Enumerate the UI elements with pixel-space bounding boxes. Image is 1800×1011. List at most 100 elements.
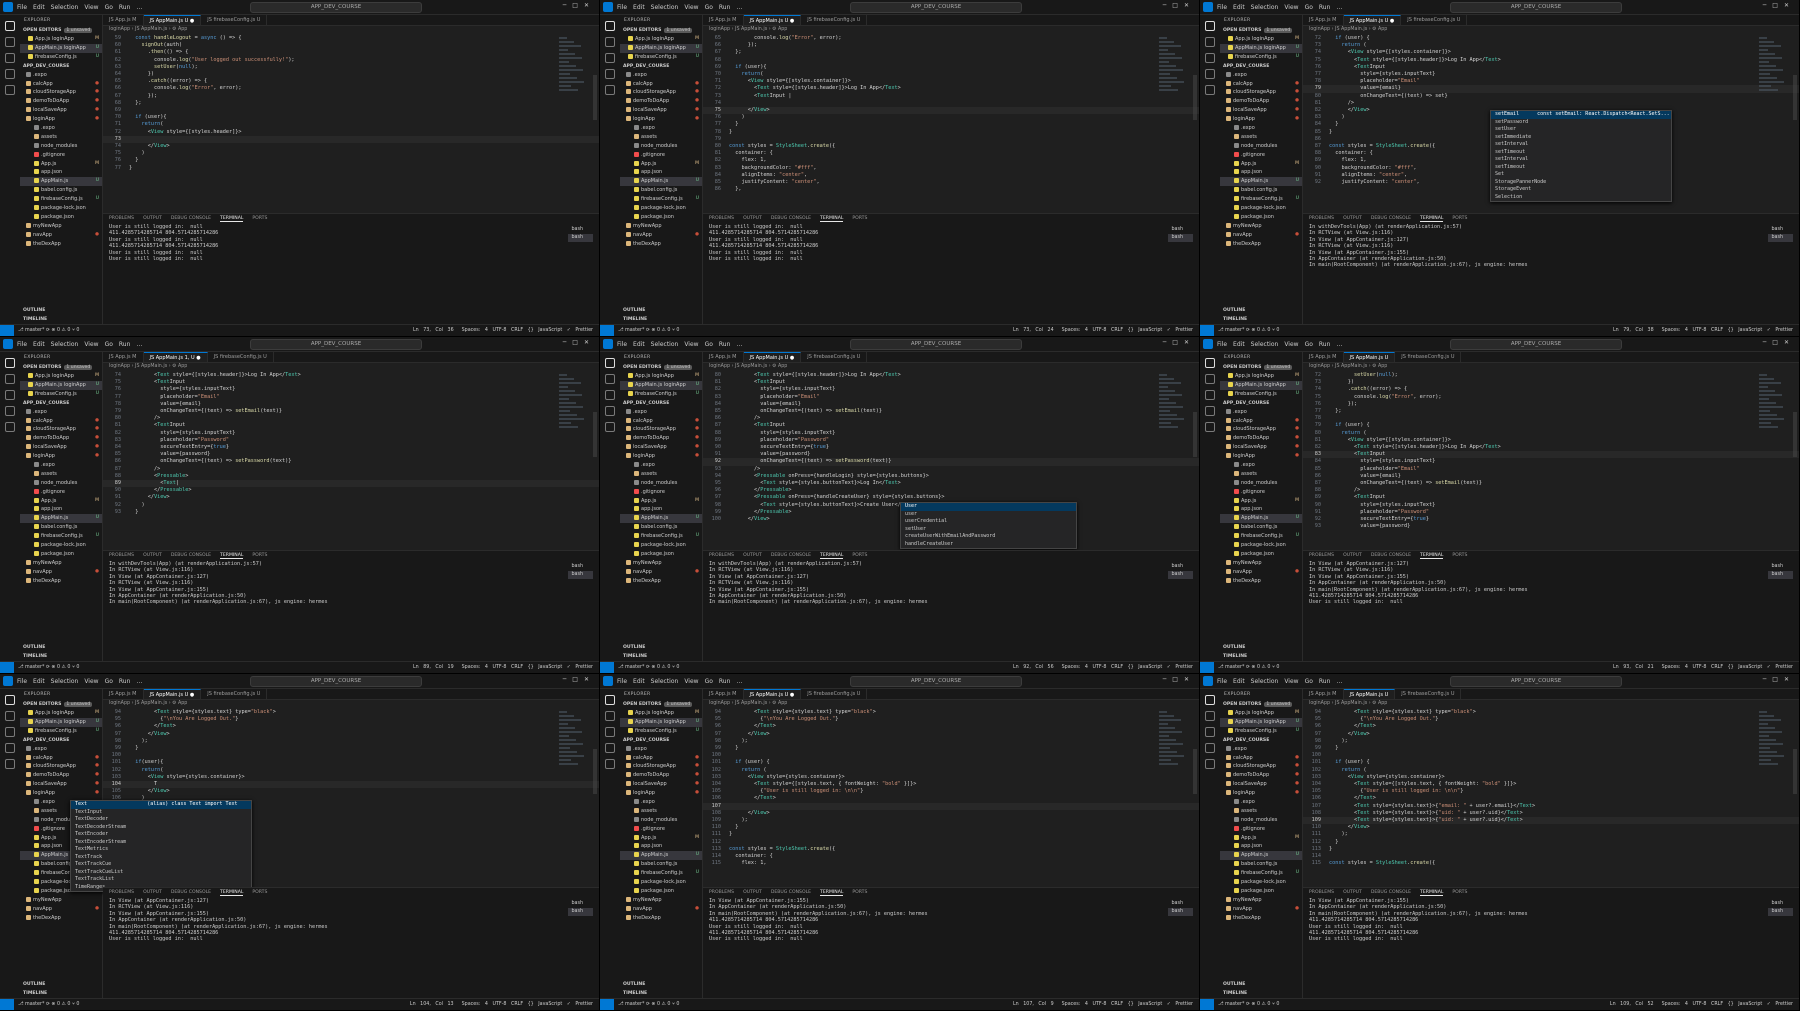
breadcrumb[interactable]: loginApp › JS AppMain.js › ⚙ App [103,26,599,35]
explorer-tree-item[interactable]: calcApp ● [1220,417,1302,426]
explorer-tree-item[interactable]: package.json [1220,550,1302,559]
menu-item[interactable]: File [1217,4,1227,11]
explorer-tree-item[interactable]: myNewApp [1220,896,1302,905]
explorer-tree-item[interactable]: node_modules [620,142,702,151]
explorer-tree-item[interactable]: localSaveApp ● [1220,780,1302,789]
menu-item[interactable]: Edit [33,341,45,348]
terminal-instance[interactable]: bash [1168,571,1193,579]
editor-tab[interactable]: JS firebaseConfig.js U [1395,352,1462,362]
explorer-tree-item[interactable]: node_modules [620,816,702,825]
suggestion-item[interactable]: TextTrackCue [71,861,251,869]
editor-scrollbar[interactable] [1793,75,1797,120]
menu-item[interactable]: Edit [33,678,45,685]
minimap[interactable] [559,709,589,769]
menu-item[interactable]: … [736,678,742,685]
editor-scrollbar[interactable] [593,75,597,120]
project-header[interactable]: APP_DEV_COURSE [20,736,102,745]
explorer-icon[interactable] [1205,695,1215,705]
explorer-tree-item[interactable]: package.json [20,213,102,222]
explorer-tree-item[interactable]: theDexApp [620,577,702,586]
suggestion-item[interactable]: setTimeout [1491,149,1671,157]
remote-indicator-icon[interactable] [600,999,614,1010]
open-editor-item[interactable]: App.js loginApp M [20,372,102,381]
remote-indicator-icon[interactable] [1200,662,1214,673]
explorer-tree-item[interactable]: firebaseConfig.jsU [620,869,702,878]
window-controls[interactable]: ─□✕ [1163,676,1195,683]
explorer-tree-item[interactable]: .expo [620,745,702,754]
extensions-icon[interactable] [605,422,615,432]
search-icon[interactable] [5,374,15,384]
explorer-tree-item[interactable]: calcApp ● [1220,754,1302,763]
suggestion-item[interactable]: setInterval [1491,156,1671,164]
source-control-icon[interactable] [5,53,15,63]
explorer-tree-item[interactable]: babel.config.js [620,186,702,195]
run-debug-icon[interactable] [605,406,615,416]
editor-tab[interactable]: JS AppMain.js 1, U ● [143,352,208,362]
cursor-position[interactable]: Ln 73, Col 24 [1013,328,1054,333]
panel-tab[interactable]: OUTPUT [743,216,762,221]
explorer-tree-item[interactable]: localSaveApp ● [1220,443,1302,452]
explorer-tree-item[interactable]: node_modules [20,142,102,151]
menu-item[interactable]: Selection [651,4,679,11]
explorer-tree-item[interactable]: AppMain.jsU [1220,851,1302,861]
menu-item[interactable]: Run [1319,341,1331,348]
explorer-tree-item[interactable]: .expo [620,71,702,80]
suggestion-item[interactable]: setInterval [1491,141,1671,149]
timeline-header[interactable]: TIMELINE [620,989,650,998]
terminal-output[interactable]: In View (at AppContainer.js:127) In RCTVi… [1303,561,1799,606]
suggestion-item[interactable]: TextEncoder [71,831,251,839]
explorer-tree-item[interactable]: loginApp ● [620,115,702,124]
extensions-icon[interactable] [1205,85,1215,95]
explorer-tree-item[interactable]: .expo [1220,408,1302,417]
panel-tab[interactable]: OUTPUT [743,890,762,895]
explorer-icon[interactable] [605,21,615,31]
explorer-icon[interactable] [605,695,615,705]
open-editors-header[interactable]: OPEN EDITORS 1 unsaved [1220,700,1302,709]
open-editor-item[interactable]: firebaseConfig.js U [620,390,702,399]
cursor-position[interactable]: Ln 92, Col 56 [1013,665,1054,670]
explorer-tree-item[interactable]: localSaveApp ● [20,780,102,789]
panel-tab[interactable]: TERMINAL [220,890,244,896]
search-icon[interactable] [1205,37,1215,47]
minimap[interactable] [1159,709,1189,769]
explorer-tree-item[interactable]: localSaveApp ● [620,780,702,789]
explorer-tree-item[interactable]: package.json [1220,887,1302,896]
open-editors-header[interactable]: OPEN EDITORS 1 unsaved [620,363,702,372]
editor-tab[interactable]: JS App.js M [703,15,744,25]
editor-tab[interactable]: JS AppMain.js U [1343,689,1396,699]
explorer-tree-item[interactable]: cloudStorageApp ● [20,425,102,434]
suggestion-item[interactable]: setEmail const setEmail: React.Dispatch<… [1491,111,1671,119]
editor-scrollbar[interactable] [1193,75,1197,120]
status-items[interactable]: Spaces: 4 UTF-8 CRLF {} JavaScript ✓ Pre… [1062,1002,1193,1007]
editor-tab[interactable]: JS AppMain.js U ● [743,15,802,25]
menu-item[interactable]: Run [1319,4,1331,11]
suggestion-item[interactable]: TextDecoder [71,816,251,824]
open-editor-item[interactable]: App.js loginApp M [620,35,702,44]
panel-tab[interactable]: TERMINAL [1420,553,1444,559]
autocomplete-suggestions[interactable]: User user userCredential setUser createUserW… [900,502,1077,549]
extensions-icon[interactable] [5,422,15,432]
extensions-icon[interactable] [1205,759,1215,769]
source-control-icon[interactable] [1205,53,1215,63]
open-editor-item[interactable]: App.js loginApp M [1220,35,1302,44]
outline-header[interactable]: OUTLINE [20,980,48,989]
suggestion-item[interactable]: TextEncoderStream [71,839,251,847]
explorer-tree-item[interactable]: demoToDoApp ● [20,771,102,780]
terminal-instance[interactable]: bash [1168,908,1193,916]
explorer-tree-item[interactable]: .expo [620,408,702,417]
terminal-instance[interactable]: bash [1768,900,1793,908]
terminal-instance[interactable]: bash [568,900,593,908]
command-center-search[interactable]: APP_DEV_COURSE [1450,2,1622,13]
explorer-tree-item[interactable]: myNewApp [20,559,102,568]
remote-indicator-icon[interactable] [0,325,14,336]
open-editor-item[interactable]: AppMain.js loginApp U [620,717,702,727]
status-items[interactable]: Spaces: 4 UTF-8 CRLF {} JavaScript ✓ Pre… [1662,1002,1793,1007]
explorer-tree-item[interactable]: cloudStorageApp ● [1220,425,1302,434]
panel-tab[interactable]: PORTS [252,553,267,558]
git-branch-status[interactable]: ⎇ master* ⟳ ⊗ 0 ⚠ 0 ⑂ 0 [18,662,79,673]
outline-header[interactable]: OUTLINE [20,643,48,652]
source-control-icon[interactable] [605,727,615,737]
explorer-tree-item[interactable]: calcApp ● [20,754,102,763]
explorer-tree-item[interactable]: AppMain.jsU [620,177,702,187]
open-editor-item[interactable]: firebaseConfig.js U [1220,53,1302,62]
